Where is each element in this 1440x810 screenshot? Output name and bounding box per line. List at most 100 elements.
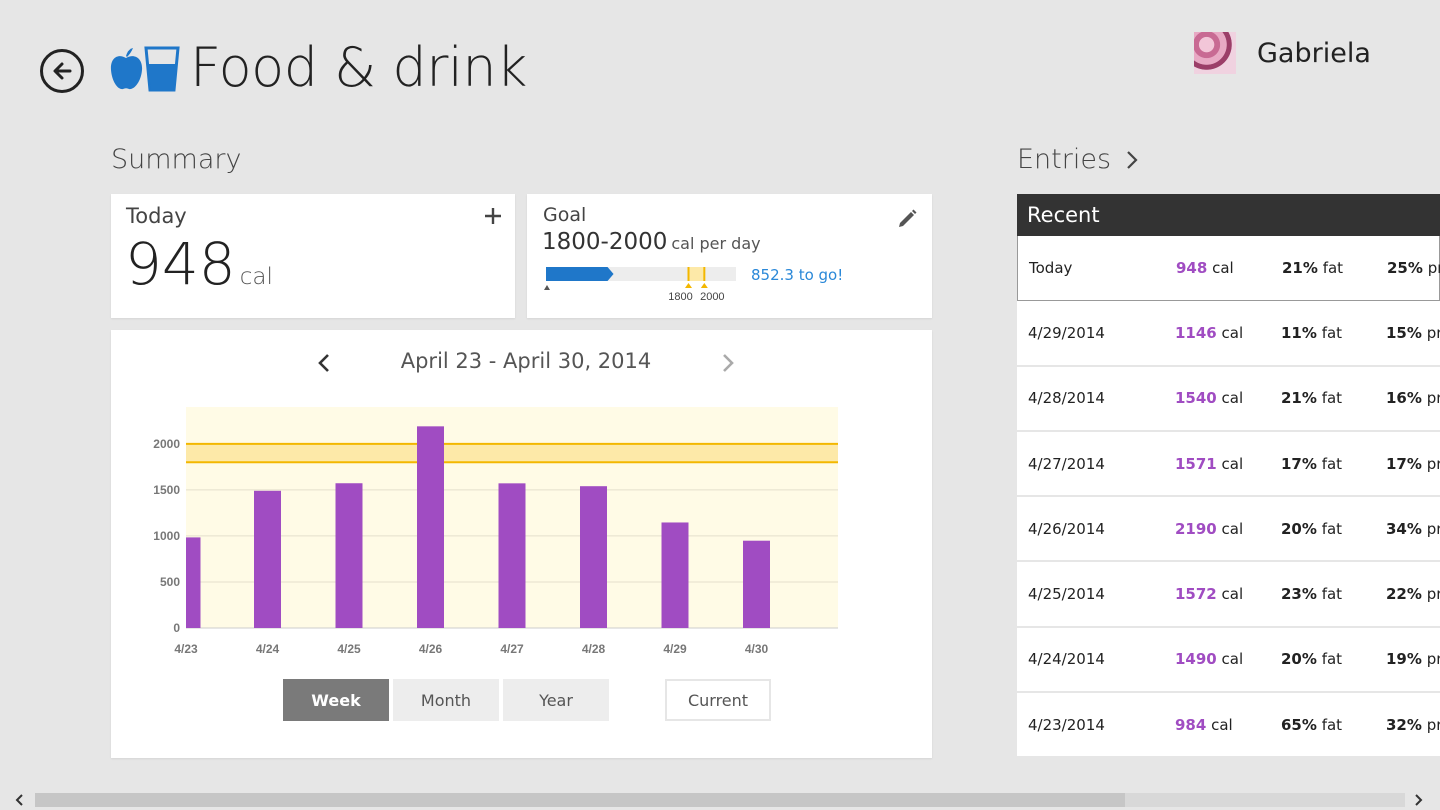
- chart-card: April 23 - April 30, 2014 0 500 1000 1500 20…: [111, 330, 932, 758]
- entry-calories-unit: cal: [1212, 259, 1234, 278]
- entry-calories-unit: cal: [1221, 454, 1244, 473]
- x-tick-label: 4/29: [663, 642, 687, 656]
- today-label: Today: [126, 204, 187, 228]
- entry-fat-unit: fat: [1321, 585, 1343, 604]
- week-button[interactable]: Week: [283, 679, 389, 721]
- entry-fat: 20% fat: [1281, 520, 1342, 538]
- add-icon[interactable]: [483, 206, 503, 226]
- edit-pencil-icon[interactable]: [896, 208, 918, 230]
- entry-row[interactable]: 4/24/2014 1490 cal 20% fat 19% pro: [1017, 628, 1440, 694]
- entry-calories-value: 1572: [1175, 585, 1217, 604]
- goal-progress-bar: 1800 2000: [544, 267, 736, 303]
- goal-bar-fill: [546, 267, 614, 281]
- entry-date: 4/27/2014: [1028, 454, 1105, 473]
- entries-list: Today 948 cal 21% fat 25% pro 4/29/2014 1146 …: [1017, 236, 1440, 758]
- x-tick-label: 4/27: [500, 642, 524, 656]
- entry-protein-value: 22%: [1386, 585, 1422, 604]
- avatar: [1194, 32, 1236, 74]
- entry-protein-value: 25%: [1387, 259, 1423, 278]
- back-arrow-icon: [53, 62, 72, 80]
- entry-calories-value: 2190: [1175, 519, 1217, 538]
- goal-range-unit: cal per day: [671, 234, 761, 253]
- month-button[interactable]: Month: [393, 679, 499, 721]
- entry-calories: 2190 cal: [1175, 520, 1243, 538]
- entry-date: 4/24/2014: [1028, 650, 1105, 669]
- goal-marker-low-label: 1800: [668, 291, 692, 303]
- entry-fat: 11% fat: [1281, 324, 1342, 342]
- entry-protein-value: 32%: [1386, 715, 1422, 734]
- entry-fat-unit: fat: [1321, 519, 1343, 538]
- entry-protein-value: 19%: [1386, 650, 1422, 669]
- entry-fat-unit: fat: [1321, 454, 1343, 473]
- entry-calories-unit: cal: [1221, 519, 1244, 538]
- entry-row[interactable]: 4/26/2014 2190 cal 20% fat 34% pro: [1017, 497, 1440, 563]
- entry-fat-unit: fat: [1321, 323, 1343, 342]
- entry-row[interactable]: 4/29/2014 1146 cal 11% fat 15% pro: [1017, 301, 1440, 367]
- entry-protein-unit: pro: [1426, 389, 1440, 408]
- entry-calories-value: 1571: [1175, 454, 1217, 473]
- entry-fat-value: 65%: [1281, 715, 1317, 734]
- today-calories: 948 cal: [125, 230, 273, 298]
- entry-row[interactable]: 4/23/2014 984 cal 65% fat 32% pro: [1017, 693, 1440, 758]
- x-tick-label: 4/30: [745, 642, 769, 656]
- entry-protein: 16% pro: [1386, 389, 1440, 407]
- entry-fat-unit: fat: [1321, 650, 1343, 669]
- entry-fat: 17% fat: [1281, 455, 1342, 473]
- entry-protein-unit: pro: [1426, 715, 1440, 734]
- entry-calories: 1490 cal: [1175, 650, 1243, 668]
- entry-protein-value: 34%: [1386, 519, 1422, 538]
- entry-fat: 21% fat: [1281, 389, 1342, 407]
- scroll-thumb[interactable]: [35, 793, 1125, 807]
- goal-marker-high-label: 2000: [700, 291, 724, 303]
- entry-protein: 17% pro: [1386, 455, 1440, 473]
- user-name: Gabriela: [1257, 37, 1371, 69]
- entry-calories: 1572 cal: [1175, 585, 1243, 603]
- entry-protein-unit: pro: [1426, 585, 1440, 604]
- y-tick-label: 2000: [153, 437, 180, 451]
- y-tick-label: 0: [173, 621, 180, 635]
- x-tick-label: 4/28: [582, 642, 606, 656]
- calories-bar-chart: 0 500 1000 1500 2000 4/23 4/24 4/25 4/26 4/27 4/28…: [153, 407, 838, 656]
- entry-calories: 1571 cal: [1175, 455, 1243, 473]
- year-button[interactable]: Year: [503, 679, 609, 721]
- entry-calories: 1540 cal: [1175, 389, 1243, 407]
- entry-fat: 21% fat: [1282, 259, 1343, 277]
- entry-calories-value: 1490: [1175, 650, 1217, 669]
- today-card: Today 948 cal: [111, 194, 515, 318]
- back-button[interactable]: [40, 49, 84, 93]
- chart-bar: [743, 540, 770, 628]
- scroll-left-arrow-icon[interactable]: [12, 792, 28, 808]
- entry-row[interactable]: 4/25/2014 1572 cal 23% fat 22% pro: [1017, 562, 1440, 628]
- entry-row[interactable]: 4/27/2014 1571 cal 17% fat 17% pro: [1017, 432, 1440, 498]
- entry-protein: 32% pro: [1386, 716, 1440, 734]
- user-profile[interactable]: Gabriela: [1194, 32, 1371, 74]
- entry-protein-unit: pro: [1426, 650, 1440, 669]
- entry-protein-value: 15%: [1386, 323, 1422, 342]
- entries-heading-label: Entries: [1017, 144, 1112, 175]
- entry-protein-value: 17%: [1386, 454, 1422, 473]
- entry-row[interactable]: Today 948 cal 21% fat 25% pro: [1017, 236, 1440, 302]
- entry-fat-value: 21%: [1282, 259, 1318, 278]
- entry-fat-value: 20%: [1281, 650, 1317, 669]
- entry-row[interactable]: 4/28/2014 1540 cal 21% fat 16% pro: [1017, 367, 1440, 432]
- entry-calories-unit: cal: [1221, 650, 1244, 669]
- entry-date: 4/28/2014: [1028, 389, 1105, 408]
- horizontal-scrollbar[interactable]: [0, 790, 1440, 810]
- entry-fat-value: 23%: [1281, 585, 1317, 604]
- current-button[interactable]: Current: [665, 679, 771, 721]
- entry-fat-unit: fat: [1322, 259, 1344, 278]
- goal-range: 1800-2000 cal per day: [542, 229, 761, 255]
- x-tick-label: 4/24: [256, 642, 280, 656]
- goal-bar-marker-high-arrow: [700, 283, 708, 288]
- y-tick-label: 1000: [153, 529, 180, 543]
- entries-heading-link[interactable]: Entries: [1017, 144, 1139, 175]
- entry-fat-value: 21%: [1281, 389, 1317, 408]
- goal-card: Goal 1800-2000 cal per day 1800 2000 852.…: [527, 194, 932, 318]
- x-tick-label: 4/25: [337, 642, 361, 656]
- entry-protein-unit: pro: [1426, 519, 1440, 538]
- scroll-right-arrow-icon[interactable]: [1410, 792, 1426, 808]
- entry-calories-value: 1540: [1175, 389, 1217, 408]
- chart-goal-band: [186, 443, 838, 463]
- entry-fat-unit: fat: [1321, 389, 1343, 408]
- goal-bar-band: [688, 267, 705, 281]
